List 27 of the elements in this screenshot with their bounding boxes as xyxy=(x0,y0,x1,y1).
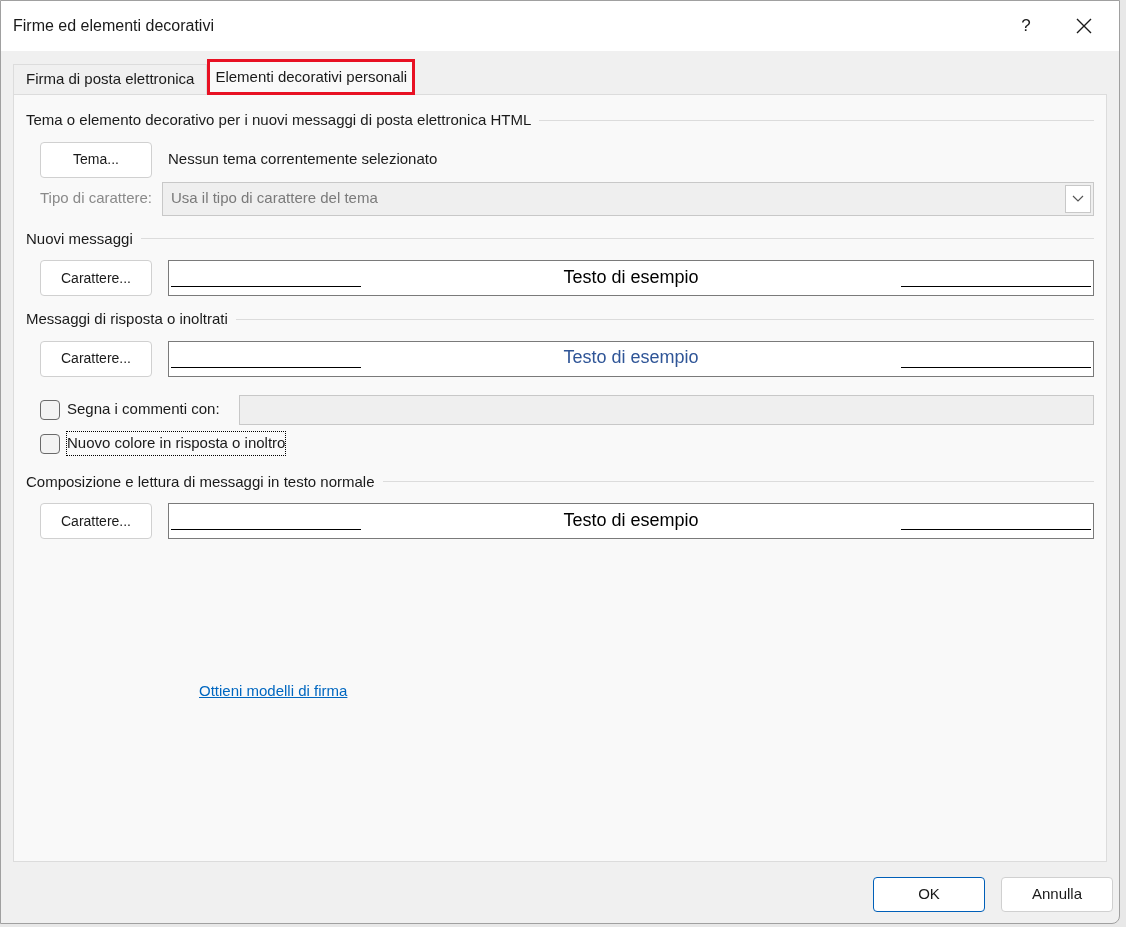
help-button[interactable]: ? xyxy=(1003,1,1049,51)
dialog-button[interactable]: OK xyxy=(873,877,985,912)
tab[interactable]: Firma di posta elettronica xyxy=(13,64,208,94)
section-heading: Composizione e lettura di messaggi in testo normale xyxy=(26,471,375,492)
close-icon xyxy=(1076,18,1092,34)
tab[interactable]: Elementi decorativi personali xyxy=(207,59,416,95)
font-type-value: Usa il tipo di carattere del tema xyxy=(171,188,379,209)
chevron-down-icon xyxy=(1072,194,1084,203)
sample-text: Testo di esempio xyxy=(563,508,699,532)
checkbox[interactable] xyxy=(40,433,60,454)
checkbox[interactable] xyxy=(40,399,60,420)
dialog-button[interactable]: Annulla xyxy=(1001,877,1113,912)
sample-text: Testo di esempio xyxy=(563,346,699,369)
section-heading: Tema o elemento decorativo per i nuovi messaggi di posta elettronica HTML xyxy=(26,110,532,130)
theme-button[interactable]: Tema... xyxy=(40,141,152,178)
signature-templates-link[interactable]: Ottieni modelli di firma xyxy=(199,682,348,699)
theme-status: Nessun tema correntemente selezionato xyxy=(168,149,438,170)
checkbox-label: Segna i commenti con: xyxy=(66,399,221,420)
font-button[interactable]: Carattere... xyxy=(40,340,152,377)
font-button[interactable]: Carattere... xyxy=(40,260,152,296)
sample-text: Testo di esempio xyxy=(563,265,699,289)
window-title: Firme ed elementi decorativi xyxy=(13,16,215,36)
section-heading: Messaggi di risposta o inoltrati xyxy=(26,309,228,329)
font-type-label: Tipo di carattere: xyxy=(40,188,152,209)
checkbox-label: Nuovo colore in risposta o inoltro xyxy=(66,431,287,456)
font-button[interactable]: Carattere... xyxy=(40,503,152,539)
section-heading: Nuovi messaggi xyxy=(26,228,133,249)
